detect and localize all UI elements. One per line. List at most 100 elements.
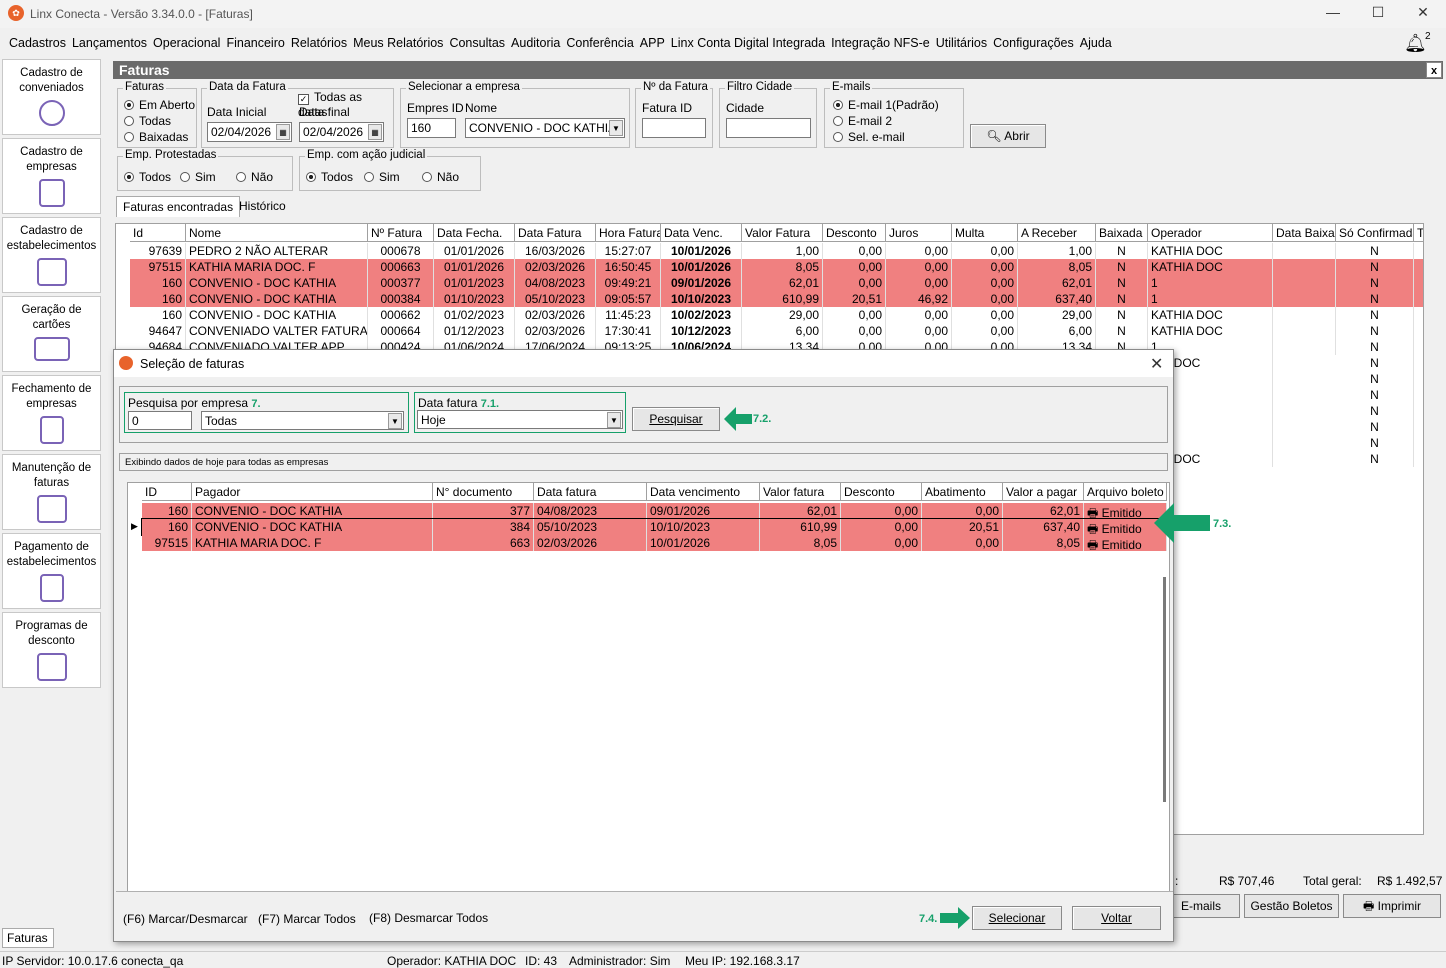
column-header[interactable]: Pagador bbox=[192, 483, 433, 501]
menu-app[interactable]: APP bbox=[638, 33, 667, 55]
table-row[interactable]: 94647 CONVENIADO VALTER FATURA CA 000664 01… bbox=[130, 323, 1423, 339]
data-fatura-select[interactable]: Hoje ▼ bbox=[417, 410, 623, 429]
menu-cadastros[interactable]: Cadastros bbox=[7, 33, 68, 55]
tab-faturas-encontradas[interactable]: Faturas encontradas bbox=[116, 196, 241, 217]
radio-todas[interactable]: Todas bbox=[124, 114, 171, 128]
column-header[interactable]: Arquivo boleto bbox=[1084, 483, 1167, 501]
sidebar-item-estabelecimentos[interactable]: Cadastro de estabelecimentos bbox=[2, 217, 101, 293]
column-header[interactable]: N° documento bbox=[433, 483, 534, 501]
sidebar-item-pagamento[interactable]: Pagamento de estabelecimentos bbox=[2, 533, 101, 609]
menu-relatorios[interactable]: Relatórios bbox=[289, 33, 349, 55]
abrir-button[interactable]: 🔍︎ Abrir bbox=[970, 124, 1046, 148]
menu-integracao-nfse[interactable]: Integração NFS-e bbox=[829, 33, 932, 55]
column-header[interactable]: Valor Fatura bbox=[742, 224, 823, 242]
radio-judicial-todos[interactable]: Todos bbox=[306, 170, 353, 184]
scrollbar[interactable] bbox=[1163, 577, 1166, 802]
sidebar-item-fechamento[interactable]: Fechamento de empresas bbox=[2, 375, 101, 451]
menu-linx-conta-digital[interactable]: Linx Conta Digital Integrada bbox=[669, 33, 827, 55]
table-row[interactable]: 160 CONVENIO - DOC KATHIA 377 04/08/2023 09/… bbox=[142, 503, 1167, 519]
column-header[interactable]: Juros bbox=[886, 224, 952, 242]
dialog-close-button[interactable]: ✕ bbox=[1150, 354, 1163, 374]
column-header[interactable]: Data Fatura bbox=[515, 224, 596, 242]
menu-conferencia[interactable]: Conferência bbox=[564, 33, 635, 55]
column-header[interactable]: Nº Fatura bbox=[368, 224, 434, 242]
sidebar-item-programas-desconto[interactable]: Programas de desconto bbox=[2, 612, 101, 688]
empresa-id-input[interactable]: 0 bbox=[128, 411, 192, 430]
column-header[interactable]: Só Confirmadas bbox=[1336, 224, 1414, 242]
menu-meus-relatorios[interactable]: Meus Relatórios bbox=[351, 33, 445, 55]
chevron-down-icon[interactable]: ▼ bbox=[388, 413, 402, 429]
chevron-down-icon[interactable]: ▼ bbox=[609, 120, 623, 136]
data-inicial-input[interactable]: 02/04/2026 ▦ bbox=[207, 122, 292, 142]
column-header[interactable]: Data vencimento bbox=[647, 483, 760, 501]
close-window-button[interactable]: ✕ bbox=[1408, 4, 1438, 24]
radio-protestadas-todos[interactable]: Todos bbox=[124, 170, 171, 184]
column-header[interactable]: Data Fecha. bbox=[434, 224, 515, 242]
sidebar-item-empresas[interactable]: Cadastro de empresas bbox=[2, 138, 101, 214]
radio-protestadas-sim[interactable]: Sim bbox=[180, 170, 216, 184]
menu-ajuda[interactable]: Ajuda bbox=[1078, 33, 1114, 55]
tab-historico[interactable]: Histórico bbox=[233, 196, 292, 217]
column-header[interactable]: Hora Fatura bbox=[596, 224, 661, 242]
radio-em-aberto[interactable]: Em Aberto bbox=[124, 98, 195, 112]
column-header[interactable]: Data Venc. bbox=[661, 224, 742, 242]
calendar-icon[interactable]: ▦ bbox=[276, 124, 290, 140]
column-header[interactable]: Nome bbox=[186, 224, 368, 242]
table-row[interactable]: 97515 KATHIA MARIA DOC. F 663 02/03/2026 10/… bbox=[142, 535, 1167, 551]
printer-icon[interactable]: 🖶 bbox=[1087, 522, 1102, 535]
column-header[interactable]: Data fatura bbox=[534, 483, 647, 501]
data-final-input[interactable]: 02/04/2026 ▦ bbox=[299, 122, 384, 142]
table-row[interactable]: 97515 KATHIA MARIA DOC. F 000663 01/01/2026… bbox=[130, 259, 1423, 275]
cidade-input[interactable] bbox=[726, 118, 811, 138]
imprimir-button[interactable]: 🖶 Imprimir bbox=[1343, 894, 1441, 918]
close-panel-button[interactable]: x bbox=[1426, 62, 1442, 78]
table-row[interactable]: 97639 PEDRO 2 NÃO ALTERAR 000678 01/01/2026… bbox=[130, 243, 1423, 259]
radio-sel-email[interactable]: Sel. e-mail bbox=[833, 130, 905, 144]
radio-judicial-sim[interactable]: Sim bbox=[364, 170, 400, 184]
table-row[interactable]: 160 CONVENIO - DOC KATHIA 000384 01/10/2023… bbox=[130, 291, 1423, 307]
calendar-icon[interactable]: ▦ bbox=[368, 124, 382, 140]
empresa-select[interactable]: Todas ▼ bbox=[201, 411, 404, 430]
menu-financeiro[interactable]: Financeiro bbox=[224, 33, 286, 55]
table-row[interactable]: 160 CONVENIO - DOC KATHIA 384 05/10/2023 10/… bbox=[141, 518, 1168, 536]
sidebar-item-manutencao-faturas[interactable]: Manutenção de faturas bbox=[2, 454, 101, 530]
column-header[interactable]: Operador bbox=[1148, 224, 1273, 242]
sidebar-item-cartoes[interactable]: Geração de cartões bbox=[2, 296, 101, 372]
column-header[interactable]: Desconto bbox=[823, 224, 886, 242]
column-header[interactable]: Multa bbox=[952, 224, 1018, 242]
fatura-id-input[interactable] bbox=[642, 118, 706, 138]
gestao-boletos-button[interactable]: Gestão Boletos bbox=[1244, 894, 1339, 918]
empresa-id-input[interactable]: 160 bbox=[407, 118, 456, 138]
radio-baixadas[interactable]: Baixadas bbox=[124, 130, 188, 144]
column-header[interactable]: Data Baixa bbox=[1273, 224, 1336, 242]
radio-email-1[interactable]: E-mail 1(Padrão) bbox=[833, 98, 939, 112]
tab-faturas-bottom[interactable]: Faturas bbox=[2, 928, 54, 948]
pesquisar-button[interactable]: Pesquisar bbox=[632, 407, 720, 431]
voltar-button[interactable]: Voltar bbox=[1072, 906, 1161, 930]
column-header[interactable]: Baixada bbox=[1096, 224, 1148, 242]
menu-configuracoes[interactable]: Configurações bbox=[991, 33, 1076, 55]
column-header[interactable]: Abatimento bbox=[922, 483, 1003, 501]
column-header[interactable]: ID bbox=[142, 483, 192, 501]
column-header[interactable]: Valor a pagar bbox=[1003, 483, 1084, 501]
radio-judicial-nao[interactable]: Não bbox=[422, 170, 459, 184]
menu-lancamentos[interactable]: Lançamentos bbox=[70, 33, 149, 55]
table-row[interactable]: 160 CONVENIO - DOC KATHIA 000377 01/01/2023… bbox=[130, 275, 1423, 291]
menu-utilitarios[interactable]: Utilitários bbox=[934, 33, 989, 55]
radio-protestadas-nao[interactable]: Não bbox=[236, 170, 273, 184]
menu-auditoria[interactable]: Auditoria bbox=[509, 33, 562, 55]
empresa-nome-select[interactable]: CONVENIO - DOC KATHIA ▼ bbox=[465, 118, 625, 138]
table-row[interactable]: 160 CONVENIO - DOC KATHIA 000662 01/02/2023… bbox=[130, 307, 1423, 323]
column-header[interactable]: Desconto bbox=[841, 483, 922, 501]
column-header[interactable]: T bbox=[1414, 224, 1423, 242]
column-header[interactable]: Valor fatura bbox=[760, 483, 841, 501]
bell-icon[interactable]: 🔔︎ bbox=[1404, 33, 1427, 54]
printer-icon[interactable]: 🖶 bbox=[1087, 538, 1102, 551]
column-header[interactable]: Id bbox=[130, 224, 186, 242]
chevron-down-icon[interactable]: ▼ bbox=[607, 412, 621, 428]
radio-email-2[interactable]: E-mail 2 bbox=[833, 114, 892, 128]
selecionar-button[interactable]: Selecionar bbox=[972, 906, 1062, 930]
menu-consultas[interactable]: Consultas bbox=[447, 33, 507, 55]
minimize-button[interactable]: — bbox=[1318, 4, 1348, 24]
column-header[interactable]: A Receber bbox=[1018, 224, 1096, 242]
